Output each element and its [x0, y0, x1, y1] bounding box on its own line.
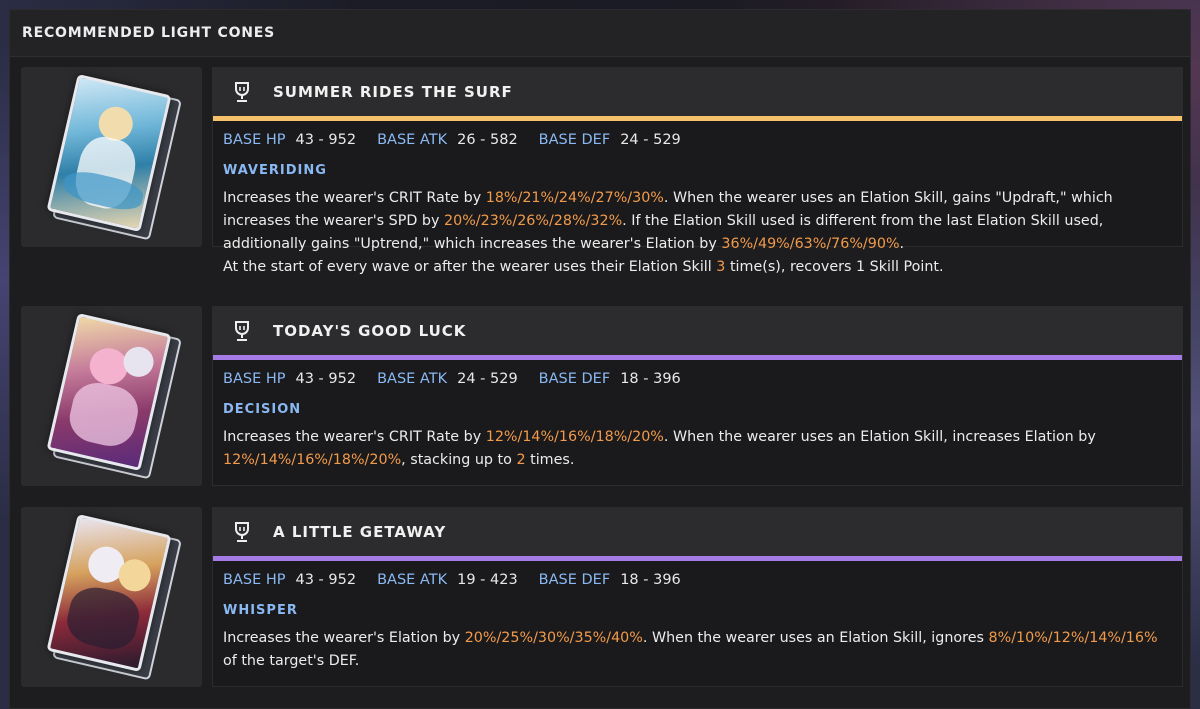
light-cone-entry: TODAY'S GOOD LUCK BASE HP 43 - 952 BASE …	[21, 306, 1183, 486]
panel-header: RECOMMENDED LIGHT CONES	[10, 10, 1190, 57]
base-atk-label: BASE ATK	[377, 371, 448, 387]
highlighted-value: 20%/25%/30%/35%/40%	[464, 630, 643, 646]
base-hp-label: BASE HP	[223, 132, 286, 148]
base-def-value: 24 - 529	[620, 132, 681, 148]
light-cone-header: TODAY'S GOOD LUCK	[213, 307, 1182, 355]
recommended-light-cones-panel: RECOMMENDED LIGHT CONES SUMMER RIDES THE…	[9, 9, 1191, 709]
light-cone-header: A LITTLE GETAWAY	[213, 508, 1182, 556]
base-hp-value: 43 - 952	[295, 132, 357, 148]
stats-row: BASE HP 43 - 952 BASE ATK 24 - 529 BASE …	[213, 360, 1182, 398]
description-text: .	[899, 236, 905, 252]
base-atk-value: 24 - 529	[457, 371, 518, 387]
base-def-label: BASE DEF	[538, 371, 611, 387]
highlighted-value: 12%/14%/16%/18%/20%	[485, 429, 664, 445]
description-text: At the start of every wave or after the …	[223, 259, 717, 275]
base-def-value: 18 - 396	[620, 371, 681, 387]
base-def-label: BASE DEF	[538, 132, 611, 148]
light-cone-name: SUMMER RIDES THE SURF	[273, 83, 513, 101]
description-text: , stacking up to	[401, 452, 517, 468]
light-cone-header: SUMMER RIDES THE SURF	[213, 68, 1182, 116]
light-cone-name: TODAY'S GOOD LUCK	[273, 322, 467, 340]
highlighted-value: 12%/14%/16%/18%/20%	[223, 452, 402, 468]
skill-description: Increases the wearer's Elation by 20%/25…	[213, 627, 1182, 673]
base-hp-value: 43 - 952	[295, 572, 357, 588]
skill-name: DECISION	[223, 402, 302, 417]
base-def-value: 18 - 396	[620, 572, 681, 588]
base-atk-label: BASE ATK	[377, 572, 448, 588]
trophy-icon	[235, 522, 249, 542]
highlighted-value: 8%/10%/12%/14%/16%	[988, 630, 1158, 646]
description-text: times.	[525, 452, 575, 468]
description-text: Increases the wearer's CRIT Rate by	[223, 429, 486, 445]
description-text: of the target's DEF.	[223, 653, 360, 669]
base-hp-label: BASE HP	[223, 572, 286, 588]
skill-description: Increases the wearer's CRIT Rate by 18%/…	[213, 187, 1182, 279]
light-cone-info: TODAY'S GOOD LUCK BASE HP 43 - 952 BASE …	[212, 306, 1183, 486]
light-cone-info: SUMMER RIDES THE SURF BASE HP 43 - 952 B…	[212, 67, 1183, 275]
description-text: . When the wearer uses an Elation Skill,…	[663, 429, 1096, 445]
description-text: time(s), recovers 1 Skill Point.	[725, 259, 944, 275]
highlighted-value: 36%/49%/63%/76%/90%	[721, 236, 900, 252]
description-text: . When the wearer uses an Elation Skill,…	[642, 630, 989, 646]
highlighted-value: 20%/23%/26%/28%/32%	[444, 213, 623, 229]
light-cone-art[interactable]	[21, 507, 202, 687]
light-cone-info: A LITTLE GETAWAY BASE HP 43 - 952 BASE A…	[212, 507, 1183, 687]
base-def-label: BASE DEF	[538, 572, 611, 588]
light-cone-entry: SUMMER RIDES THE SURF BASE HP 43 - 952 B…	[21, 67, 1183, 275]
light-cone-art[interactable]	[21, 67, 202, 247]
stats-row: BASE HP 43 - 952 BASE ATK 26 - 582 BASE …	[213, 121, 1182, 159]
description-text: Increases the wearer's CRIT Rate by	[223, 190, 486, 206]
base-atk-value: 19 - 423	[457, 572, 518, 588]
base-hp-label: BASE HP	[223, 371, 286, 387]
stats-row: BASE HP 43 - 952 BASE ATK 19 - 423 BASE …	[213, 561, 1182, 599]
base-atk-label: BASE ATK	[377, 132, 448, 148]
base-hp-value: 43 - 952	[295, 371, 357, 387]
highlighted-value: 18%/21%/24%/27%/30%	[485, 190, 664, 206]
trophy-icon	[235, 321, 249, 341]
skill-name: WAVERIDING	[223, 163, 327, 178]
trophy-icon	[235, 82, 249, 102]
description-text: Increases the wearer's Elation by	[223, 630, 465, 646]
skill-description: Increases the wearer's CRIT Rate by 12%/…	[213, 426, 1182, 472]
light-cone-art[interactable]	[21, 306, 202, 486]
light-cone-name: A LITTLE GETAWAY	[273, 523, 447, 541]
highlighted-value: 2	[516, 452, 526, 468]
section-title: RECOMMENDED LIGHT CONES	[22, 25, 276, 41]
base-atk-value: 26 - 582	[457, 132, 518, 148]
skill-name: WHISPER	[223, 603, 298, 618]
light-cone-entry: A LITTLE GETAWAY BASE HP 43 - 952 BASE A…	[21, 507, 1183, 687]
